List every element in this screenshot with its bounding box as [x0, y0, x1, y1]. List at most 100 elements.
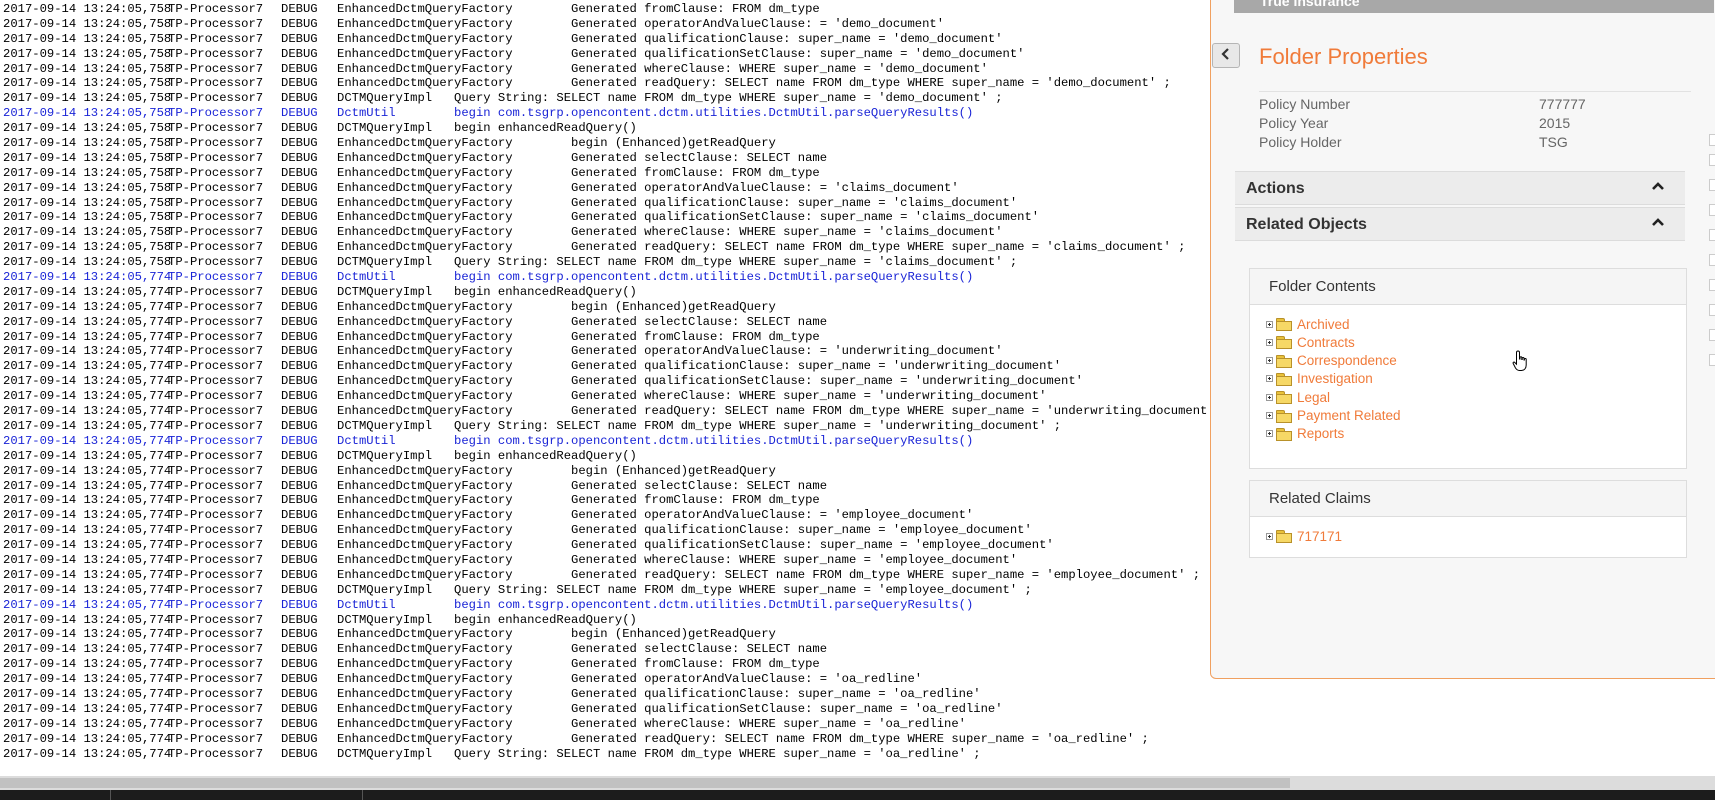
log-level: DEBUG: [281, 329, 318, 344]
log-message: EnhancedDctmQueryFactory Generated quali…: [337, 46, 1025, 61]
property-value: 2015: [1539, 115, 1571, 131]
log-timestamp: 2017-09-14 13:24:05,774: [3, 523, 172, 538]
log-timestamp: 2017-09-14 13:24:05,774: [3, 270, 172, 285]
log-line: 2017-09-14 13:24:05,774TP-Processor7 DEBU…: [3, 300, 1210, 315]
tree-folder-item[interactable]: 717171: [1266, 527, 1342, 545]
log-level: DEBUG: [281, 627, 318, 642]
taskbar-divider: [362, 790, 363, 800]
log-line: 2017-09-14 13:24:05,774TP-Processor7 DEBU…: [3, 449, 1210, 464]
accordion-actions[interactable]: Actions: [1235, 171, 1685, 205]
folder-link[interactable]: Investigation: [1297, 371, 1373, 386]
log-thread: TP-Processor7: [168, 657, 264, 672]
log-message: DCTMQueryImpl begin enhancedReadQuery(): [337, 121, 637, 136]
folder-link[interactable]: 717171: [1297, 529, 1342, 544]
folder-icon: [1276, 391, 1292, 405]
log-level: DEBUG: [281, 463, 318, 478]
log-message: EnhancedDctmQueryFactory Generated fromC…: [337, 657, 820, 672]
folder-link[interactable]: Contracts: [1297, 335, 1355, 350]
log-message: EnhancedDctmQueryFactory Generated readQ…: [337, 404, 1210, 419]
log-thread: TP-Processor7: [168, 91, 264, 106]
expand-plus-icon[interactable]: [1266, 430, 1273, 438]
folder-link[interactable]: Payment Related: [1297, 408, 1401, 423]
property-value: 777777: [1539, 96, 1586, 112]
tree-folder-item[interactable]: Investigation: [1266, 370, 1373, 388]
log-line: 2017-09-14 13:24:05,774TP-Processor7 DEBU…: [3, 479, 1210, 494]
log-line: 2017-09-14 13:24:05,774TP-Processor7 DEBU…: [3, 747, 1210, 762]
log-message: EnhancedDctmQueryFactory Generated opera…: [337, 16, 945, 31]
log-thread: TP-Processor7: [168, 106, 264, 121]
divider: [1259, 91, 1691, 92]
log-timestamp: 2017-09-14 13:24:05,774: [3, 612, 172, 627]
folder-properties-title: Folder Properties: [1259, 44, 1428, 69]
expand-plus-icon[interactable]: [1266, 338, 1273, 346]
log-message: EnhancedDctmQueryFactory Generated readQ…: [337, 76, 1171, 91]
toolbar-button[interactable]: [1709, 354, 1715, 366]
log-thread: TP-Processor7: [168, 284, 264, 299]
toolbar-button[interactable]: [1709, 154, 1715, 166]
toolbar-button[interactable]: [1709, 254, 1715, 266]
chevron-left-icon: [1220, 48, 1232, 63]
tree-folder-item[interactable]: Contracts: [1266, 333, 1355, 351]
toolbar-button[interactable]: [1709, 179, 1715, 191]
tree-folder-item[interactable]: Payment Related: [1266, 407, 1401, 425]
log-thread: TP-Processor7: [168, 180, 264, 195]
log-line: 2017-09-14 13:24:05,774TP-Processor7 DEBU…: [3, 657, 1210, 672]
log-line: 2017-09-14 13:24:05,758TP-Processor7 DEBU…: [3, 2, 1210, 17]
log-message: EnhancedDctmQueryFactory Generated fromC…: [337, 329, 820, 344]
folder-icon: [1276, 354, 1292, 368]
log-timestamp: 2017-09-14 13:24:05,758: [3, 2, 172, 16]
tree-folder-item[interactable]: Reports: [1266, 425, 1344, 443]
expand-plus-icon[interactable]: [1266, 357, 1273, 365]
expand-plus-icon[interactable]: [1266, 320, 1273, 328]
log-line: 2017-09-14 13:24:05,758TP-Processor7 DEBU…: [3, 62, 1210, 77]
log-level: DEBUG: [281, 493, 318, 508]
folder-link[interactable]: Archived: [1297, 317, 1350, 332]
log-level: DEBUG: [281, 657, 318, 672]
console-log[interactable]: 2017-09-14 13:24:05,758 TP-Processor7 DEBU…: [0, 0, 1210, 776]
expand-plus-icon[interactable]: [1266, 532, 1273, 540]
panel-header: True Insurance: [1234, 0, 1714, 13]
toolbar-button[interactable]: [1709, 204, 1715, 216]
log-message: EnhancedDctmQueryFactory Generated quali…: [337, 374, 1083, 389]
log-message: EnhancedDctmQueryFactory Generated selec…: [337, 478, 828, 493]
log-level: DEBUG: [281, 195, 318, 210]
log-thread: TP-Processor7: [168, 627, 264, 642]
log-line: 2017-09-14 13:24:05,774TP-Processor7 DEBU…: [3, 568, 1210, 583]
log-thread: TP-Processor7: [168, 150, 264, 165]
expand-plus-icon[interactable]: [1266, 393, 1273, 401]
tree-folder-item[interactable]: Legal: [1266, 388, 1330, 406]
log-message: EnhancedDctmQueryFactory Generated quali…: [337, 195, 1018, 210]
scrollbar-thumb[interactable]: [0, 778, 1290, 788]
taskbar: [0, 790, 1715, 800]
log-level: DEBUG: [281, 270, 318, 285]
log-line: 2017-09-14 13:24:05,758TP-Processor7 DEBU…: [3, 255, 1210, 270]
log-timestamp: 2017-09-14 13:24:05,774: [3, 567, 172, 582]
log-message: DCTMQueryImpl Query String: SELECT name …: [337, 582, 1032, 597]
log-timestamp: 2017-09-14 13:24:05,758: [3, 225, 172, 240]
toolbar-button[interactable]: [1709, 279, 1715, 291]
accordion-related-objects[interactable]: Related Objects: [1235, 207, 1685, 241]
folder-link[interactable]: Reports: [1297, 426, 1344, 441]
log-timestamp: 2017-09-14 13:24:05,774: [3, 314, 172, 329]
toolbar-button[interactable]: [1709, 229, 1715, 241]
tree-folder-item[interactable]: Archived: [1266, 315, 1350, 333]
log-timestamp: 2017-09-14 13:24:05,758: [3, 16, 172, 31]
log-level: DEBUG: [281, 16, 318, 31]
folder-link[interactable]: Correspondence: [1297, 353, 1397, 368]
property-label: Policy Year: [1259, 115, 1329, 131]
toolbar-button[interactable]: [1709, 134, 1715, 146]
horizontal-scrollbar[interactable]: [0, 776, 1715, 790]
tree-folder-item[interactable]: Correspondence: [1266, 352, 1397, 370]
folder-contents-box: Folder Contents Archived Contracts Corresp…: [1249, 268, 1687, 469]
toolbar-button[interactable]: [1709, 329, 1715, 341]
log-timestamp: 2017-09-14 13:24:05,774: [3, 299, 172, 314]
expand-plus-icon[interactable]: [1266, 375, 1273, 383]
folder-link[interactable]: Legal: [1297, 390, 1330, 405]
log-level: DEBUG: [281, 448, 318, 463]
log-timestamp: 2017-09-14 13:24:05,774: [3, 627, 172, 642]
folder-icon: [1276, 336, 1292, 350]
log-line: 2017-09-14 13:24:05,774TP-Processor7 DEBU…: [3, 315, 1210, 330]
toolbar-button[interactable]: [1709, 304, 1715, 316]
log-message: EnhancedDctmQueryFactory begin (Enhanced…: [337, 299, 776, 314]
expand-plus-icon[interactable]: [1266, 412, 1273, 419]
